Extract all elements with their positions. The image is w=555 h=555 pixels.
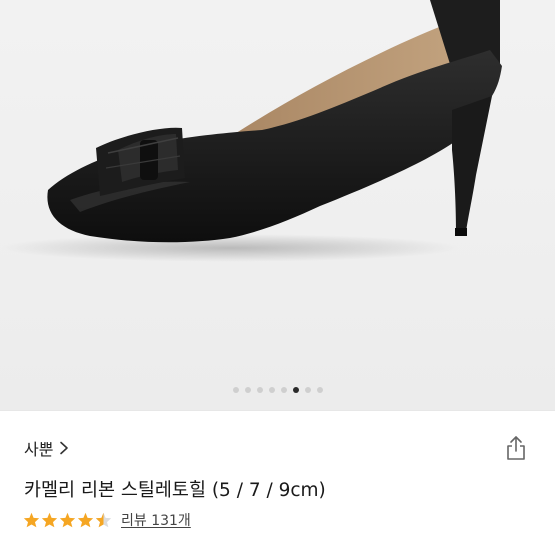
star-full-icon [41,512,58,528]
star-half-icon [95,512,112,528]
product-image [0,0,502,262]
product-info-panel: 사뿐 카멜리 리본 스틸레토힐 (5 / 7 / 9cm) 리뷰 131개 [0,411,555,555]
star-rating [23,512,112,528]
pager-dot-active[interactable] [292,387,299,393]
product-title: 카멜리 리본 스틸레토힐 (5 / 7 / 9cm) [24,480,326,501]
star-full-icon [59,512,76,528]
rating-row: 리뷰 131개 [23,510,191,530]
chevron-right-icon [60,441,69,455]
pager-dot[interactable] [304,387,311,393]
store-link[interactable]: 사뿐 [24,436,69,460]
pager-dot[interactable] [268,387,275,393]
star-full-icon [77,512,94,528]
pager-dot[interactable] [232,387,239,393]
pager-dot[interactable] [316,387,323,393]
product-image-gallery[interactable] [0,0,555,410]
pager-dot[interactable] [280,387,287,393]
review-count-link[interactable]: 리뷰 131개 [121,510,191,530]
pager-dot[interactable] [244,387,251,393]
share-icon[interactable] [504,435,528,461]
image-pager[interactable] [0,387,555,393]
store-name: 사뿐 [24,440,54,459]
pager-dot[interactable] [256,387,263,393]
star-full-icon [23,512,40,528]
product-screen: 사뿐 카멜리 리본 스틸레토힐 (5 / 7 / 9cm) 리뷰 131개 [0,0,555,555]
